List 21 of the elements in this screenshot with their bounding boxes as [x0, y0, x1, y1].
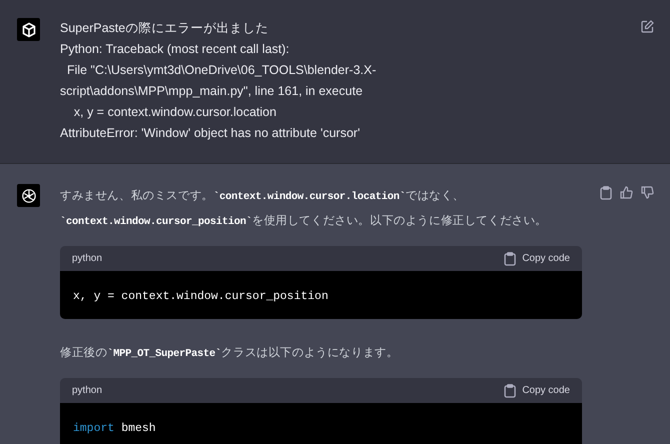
copy-code-button[interactable]: Copy code — [504, 252, 570, 266]
thumbs-down-icon[interactable] — [641, 186, 654, 199]
copy-code-button[interactable]: Copy code — [504, 384, 570, 398]
message-line: File "C:\Users\ymt3d\OneDrive\06_TOOLS\blender-3.X- — [66, 62, 378, 79]
clipboard-icon — [504, 252, 516, 266]
message-line: Python: Traceback (most recent call last): — [60, 41, 290, 58]
code-language: python — [72, 385, 102, 396]
message-line: script\addons\MPP\mpp_main.py", line 161, in execute — [60, 83, 364, 100]
code-language: python — [72, 253, 102, 264]
thumbs-up-icon[interactable] — [620, 186, 633, 199]
message-line: SuperPasteの際にエラーが出ました — [60, 20, 270, 37]
message-paragraph: 修正後の`MPP_OT_SuperPaste`クラスは以下のようになります。 — [60, 346, 400, 362]
clipboard-icon — [600, 186, 612, 200]
code-line: import bmesh — [73, 422, 156, 435]
edit-icon[interactable] — [641, 20, 654, 33]
cube-icon — [20, 22, 36, 38]
message-line: x, y = context.window.cursor.location — [72, 104, 278, 121]
clipboard-icon — [504, 384, 516, 398]
message-line: AttributeError: 'Window' object has no attribute 'cursor' — [60, 125, 361, 142]
message-paragraph: すみません、私のミスです。`context.window.cursor.location`ではなく、 `context.window.cursor_position`を使用してください。以下のように修正してください。 — [60, 188, 548, 230]
code-line: x, y = context.window.cursor_position — [73, 290, 328, 303]
